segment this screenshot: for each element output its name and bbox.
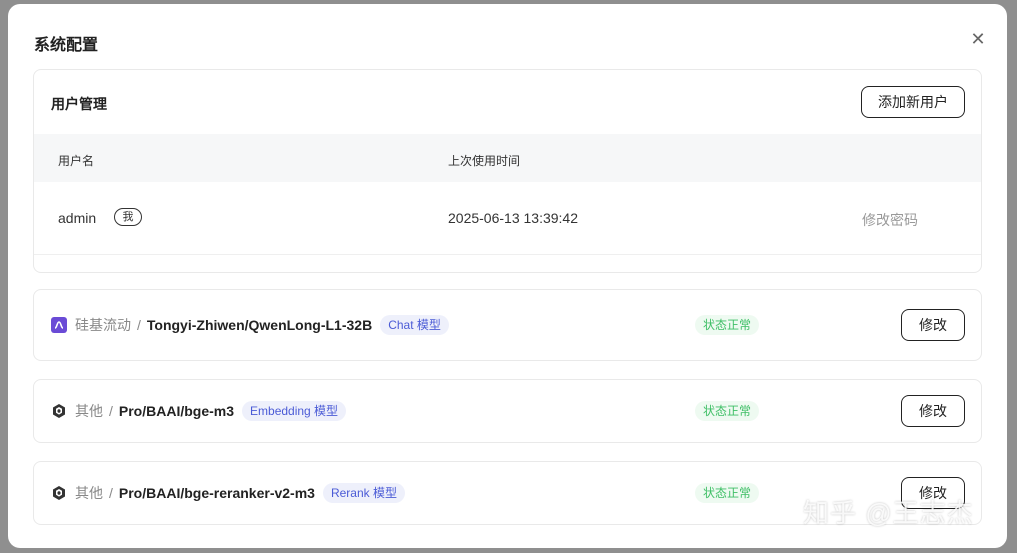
- model-card: 硅基流动 / Tongyi-Zhiwen/QwenLong-L1-32B Cha…: [33, 289, 982, 361]
- provider-name: 其他: [75, 403, 103, 419]
- system-config-modal: 系统配置 ✕ 用户管理 添加新用户 用户名 上次使用时间 admin 我 202…: [8, 4, 1007, 548]
- edit-model-button[interactable]: 修改: [901, 395, 965, 427]
- model-card: 其他 / Pro/BAAI/bge-m3 Embedding 模型 状态正常 修…: [33, 379, 982, 443]
- status-badge: 状态正常: [695, 483, 760, 503]
- edit-model-button[interactable]: 修改: [901, 309, 965, 341]
- modal-title: 系统配置: [34, 37, 99, 54]
- change-password-link[interactable]: 修改密码: [862, 210, 918, 230]
- watermark: 知乎 @王志杰: [803, 498, 974, 528]
- model-name: Tongyi-Zhiwen/QwenLong-L1-32B: [146, 317, 373, 333]
- user-management-card: 用户管理 添加新用户 用户名 上次使用时间 admin 我 2025-06-13…: [33, 69, 982, 273]
- separator: /: [109, 485, 113, 501]
- model-name: Pro/BAAI/bge-m3: [118, 403, 235, 419]
- cube-icon: [51, 485, 67, 501]
- status-badge: 状态正常: [695, 315, 760, 335]
- close-icon[interactable]: ✕: [969, 30, 987, 48]
- model-type-tag: Rerank 模型: [322, 483, 405, 503]
- model-type-tag: Chat 模型: [380, 315, 449, 335]
- siliconflow-icon: [51, 317, 67, 333]
- table-row: admin 我 2025-06-13 13:39:42 修改密码: [34, 182, 981, 255]
- table-header: 用户名 上次使用时间: [34, 134, 981, 182]
- model-info: 其他 / Pro/BAAI/bge-m3 Embedding 模型: [51, 380, 347, 442]
- model-info: 其他 / Pro/BAAI/bge-reranker-v2-m3 Rerank …: [51, 462, 405, 524]
- cube-icon: [51, 403, 67, 419]
- username-cell: admin: [58, 210, 97, 226]
- add-user-button[interactable]: 添加新用户: [861, 86, 965, 118]
- column-header-username: 用户名: [58, 154, 95, 168]
- last-used-cell: 2025-06-13 13:39:42: [448, 210, 578, 226]
- provider-name: 硅基流动: [75, 317, 131, 333]
- provider-name: 其他: [75, 485, 103, 501]
- model-type-tag: Embedding 模型: [242, 401, 347, 421]
- separator: /: [137, 317, 141, 333]
- model-name: Pro/BAAI/bge-reranker-v2-m3: [118, 485, 315, 501]
- me-badge: 我: [114, 208, 142, 226]
- section-title: 用户管理: [51, 96, 107, 112]
- separator: /: [109, 403, 113, 419]
- status-badge: 状态正常: [695, 401, 760, 421]
- model-info: 硅基流动 / Tongyi-Zhiwen/QwenLong-L1-32B Cha…: [51, 290, 449, 360]
- column-header-last-used: 上次使用时间: [448, 154, 521, 168]
